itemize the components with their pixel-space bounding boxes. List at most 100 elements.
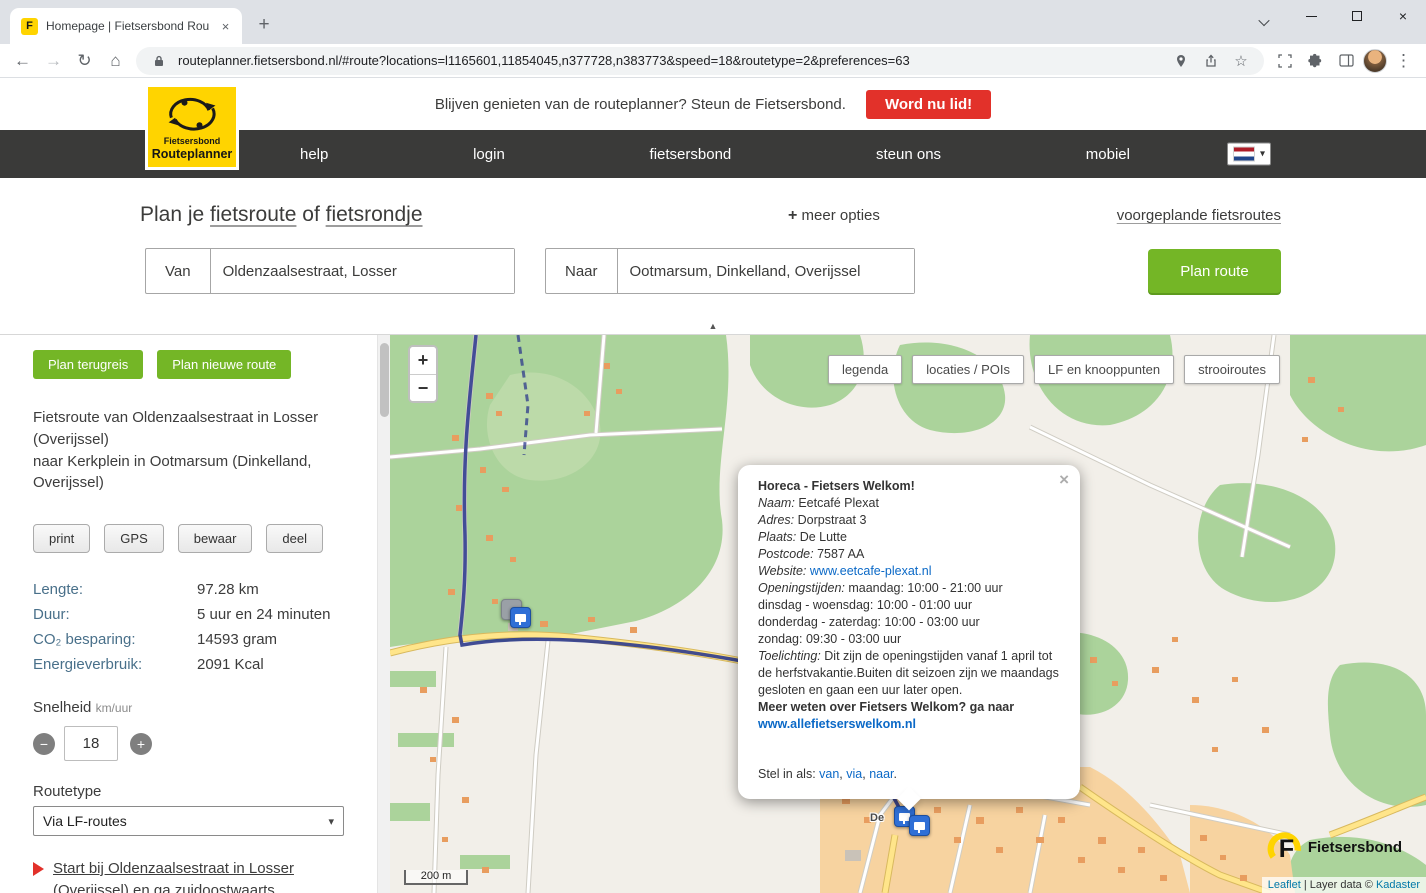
legend-button[interactable]: legenda bbox=[827, 355, 903, 384]
location-pin-icon[interactable] bbox=[1170, 50, 1192, 72]
more-options-toggle[interactable]: + meer opties bbox=[788, 207, 880, 225]
destination-field-group: Naar bbox=[545, 248, 915, 294]
forward-button[interactable]: → bbox=[39, 46, 68, 75]
share-button[interactable]: deel bbox=[266, 524, 323, 553]
side-panel-icon[interactable] bbox=[1332, 46, 1361, 75]
zoom-out-button[interactable]: − bbox=[410, 374, 436, 401]
set-as-destination-link[interactable]: naar bbox=[869, 767, 893, 781]
field-label: Toelichting: bbox=[758, 649, 821, 663]
nav-item-login[interactable]: login bbox=[473, 146, 505, 163]
planner-heading: Plan je fietsroute of fietsrondje bbox=[140, 203, 423, 227]
netherlands-flag-icon bbox=[1232, 146, 1255, 162]
field-label: Openingstijden: bbox=[758, 581, 845, 595]
fietsroute-link[interactable]: fietsroute bbox=[210, 203, 296, 226]
stat-label: Lengte: bbox=[33, 581, 84, 598]
scrollbar-thumb[interactable] bbox=[380, 343, 389, 417]
tab-close-icon[interactable]: × bbox=[217, 18, 234, 35]
new-tab-button[interactable]: + bbox=[250, 11, 278, 39]
dropdown-arrow-icon: ▾ bbox=[1259, 148, 1265, 160]
maximize-button[interactable] bbox=[1334, 0, 1380, 32]
speed-decrease-button[interactable]: − bbox=[33, 732, 55, 755]
preplanned-routes-link[interactable]: voorgeplande fietsroutes bbox=[1117, 207, 1281, 224]
speed-increase-button[interactable]: + bbox=[130, 732, 152, 755]
become-member-button[interactable]: Word nu lid! bbox=[865, 89, 992, 119]
stat-co2: CO₂ besparing: 14593 gram bbox=[33, 631, 342, 648]
back-button[interactable]: ← bbox=[8, 46, 37, 75]
bookmark-star-icon[interactable]: ☆ bbox=[1230, 50, 1252, 72]
poi-marker[interactable] bbox=[510, 607, 531, 628]
minimize-button[interactable] bbox=[1288, 0, 1334, 32]
collapse-panel-arrow[interactable]: ▲ bbox=[709, 321, 718, 331]
route-planner-panel: Plan je fietsroute of fietsrondje + meer… bbox=[0, 178, 1426, 335]
plan-return-button[interactable]: Plan terugreis bbox=[33, 350, 144, 379]
town-label: De bbox=[870, 812, 885, 824]
locations-pois-button[interactable]: locaties / POIs bbox=[912, 355, 1025, 384]
fullscreen-capture-icon[interactable] bbox=[1270, 46, 1299, 75]
tab-search-chevron-icon[interactable] bbox=[1254, 12, 1274, 32]
website-link[interactable]: www.eetcafe-plexat.nl bbox=[810, 564, 932, 578]
speed-unit: km/uur bbox=[95, 701, 133, 715]
set-as-origin-link[interactable]: van bbox=[819, 767, 839, 781]
map[interactable]: + − legenda locaties / POIs LF en knoopp… bbox=[390, 335, 1426, 893]
poi-marker-de-lutte-2[interactable] bbox=[909, 815, 930, 836]
poi-popup: × Horeca - Fietsers Welkom! Naam: Eetcaf… bbox=[738, 465, 1080, 811]
set-as-via-link[interactable]: via bbox=[846, 767, 862, 781]
print-button[interactable]: print bbox=[33, 524, 91, 553]
plan-new-route-button[interactable]: Plan nieuwe route bbox=[157, 350, 292, 379]
speed-input[interactable] bbox=[64, 726, 118, 761]
stat-length: Lengte: 97.28 km bbox=[33, 581, 342, 598]
origin-input[interactable] bbox=[209, 249, 514, 293]
language-select[interactable]: ▾ bbox=[1226, 142, 1271, 166]
popup-close-button[interactable]: × bbox=[1059, 471, 1069, 488]
kadaster-link[interactable]: Kadaster bbox=[1376, 879, 1420, 891]
popup-name-row: Naam: Eetcafé Plexat bbox=[758, 495, 1060, 512]
gps-button[interactable]: GPS bbox=[104, 524, 164, 553]
browser-tab[interactable]: F Homepage | Fietsersbond Route × bbox=[10, 8, 242, 44]
nav-item-steun-ons[interactable]: steun ons bbox=[876, 146, 941, 163]
logo-text-large: Routeplanner bbox=[151, 147, 233, 161]
save-button[interactable]: bewaar bbox=[177, 524, 253, 553]
stat-value: 2091 Kcal bbox=[197, 656, 264, 673]
nav-item-fietsersbond[interactable]: fietsersbond bbox=[650, 146, 732, 163]
sidebar-scrollbar[interactable] bbox=[377, 335, 390, 893]
browser-menu-icon[interactable]: ⋮ bbox=[1389, 46, 1418, 75]
popup-website-row: Website: www.eetcafe-plexat.nl bbox=[758, 563, 1060, 580]
speed-stepper: − + bbox=[33, 726, 342, 761]
field-label: Website: bbox=[758, 564, 807, 578]
popup-postcode-row: Postcode: 7587 AA bbox=[758, 546, 1060, 563]
field-value: De Lutte bbox=[799, 530, 847, 544]
nav-item-mobiel[interactable]: mobiel bbox=[1086, 146, 1130, 163]
speed-label: Snelheid km/uur bbox=[33, 699, 342, 716]
stat-energy: Energieverbruik: 2091 Kcal bbox=[33, 656, 342, 673]
field-value: Eetcafé Plexat bbox=[798, 496, 879, 510]
plan-route-button[interactable]: Plan route bbox=[1148, 249, 1281, 293]
address-bar[interactable]: routeplanner.fietsersbond.nl/#route?loca… bbox=[136, 46, 1264, 75]
stat-value: 5 uur en 24 minuten bbox=[197, 606, 331, 623]
popup-hours-row-1: Openingstijden: maandag: 10:00 - 21:00 u… bbox=[758, 580, 1060, 597]
routetype-select[interactable]: Via LF-routes ▾ bbox=[33, 806, 344, 836]
window-controls: × bbox=[1288, 0, 1426, 32]
field-label: Postcode: bbox=[758, 547, 814, 561]
nav-item-help[interactable]: help bbox=[300, 146, 328, 163]
extensions-puzzle-icon[interactable] bbox=[1301, 46, 1330, 75]
popup-set-as-row: Stel in als: van, via, naar. bbox=[758, 766, 1060, 783]
share-icon[interactable] bbox=[1200, 50, 1222, 72]
destination-input[interactable] bbox=[616, 249, 914, 293]
home-button[interactable]: ⌂ bbox=[101, 46, 130, 75]
lf-nodes-button[interactable]: LF en knooppunten bbox=[1034, 355, 1175, 384]
field-value: 7587 AA bbox=[817, 547, 865, 561]
popup-title: Horeca - Fietsers Welkom! bbox=[758, 479, 915, 493]
fietsrondje-link[interactable]: fietsrondje bbox=[326, 203, 423, 226]
zoom-control: + − bbox=[408, 345, 438, 403]
leaflet-link[interactable]: Leaflet bbox=[1268, 879, 1301, 891]
close-window-button[interactable]: × bbox=[1380, 0, 1426, 32]
allefietserswelkom-link[interactable]: www.allefietserswelkom.nl bbox=[758, 717, 916, 731]
origin-field-group: Van bbox=[145, 248, 515, 294]
fietsersbond-routeplanner-logo[interactable]: Fietsersbond Routeplanner bbox=[145, 84, 239, 170]
profile-avatar[interactable] bbox=[1363, 48, 1387, 73]
route-description-from: Fietsroute van Oldenzaalsestraat in Loss… bbox=[33, 409, 319, 448]
zoom-in-button[interactable]: + bbox=[410, 347, 436, 374]
instruction-link[interactable]: Start bij Oldenzaalsestraat in Losser (O… bbox=[53, 858, 339, 893]
reload-button[interactable]: ↻ bbox=[70, 46, 99, 75]
gritting-routes-button[interactable]: strooiroutes bbox=[1184, 355, 1280, 384]
